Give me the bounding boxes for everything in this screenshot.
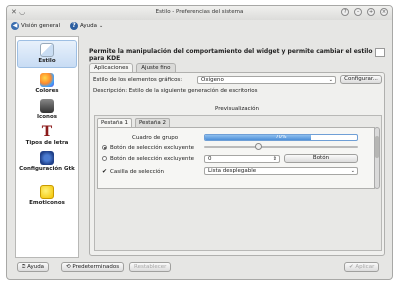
widget-style-select[interactable]: Oxígeno ⌄ bbox=[197, 76, 336, 84]
style-icon bbox=[40, 43, 54, 57]
colors-icon bbox=[40, 73, 54, 87]
page-title: Permite la manipulación del comportamien… bbox=[89, 48, 373, 62]
reset-button[interactable]: Restablecer bbox=[129, 262, 172, 272]
sidebar-item-iconos[interactable]: Iconos bbox=[16, 97, 78, 125]
preview-slider[interactable] bbox=[204, 143, 358, 150]
checkbox-label: Casilla de selección bbox=[110, 169, 164, 175]
checkmark-icon: ✔ bbox=[102, 168, 108, 175]
widget-style-label: Estilo de los elementos gráficos: bbox=[93, 77, 183, 83]
tab-ajuste-fino[interactable]: Ajuste fino bbox=[136, 63, 176, 72]
radio-button-2[interactable]: Botón de selección excluyente bbox=[102, 156, 194, 162]
help-icon[interactable]: ? bbox=[341, 8, 350, 16]
checkmark-icon: ✔ bbox=[349, 264, 354, 270]
help-menu-button[interactable]: ? Ayuda ⌄ bbox=[70, 22, 103, 30]
spin-box-value: 0 bbox=[208, 156, 212, 162]
spin-arrows-icon: ⇕ bbox=[272, 156, 277, 162]
tab-pestana-1[interactable]: Pestaña 1 bbox=[97, 118, 133, 127]
slider-handle[interactable] bbox=[254, 143, 262, 150]
widget-style-value: Oxígeno bbox=[201, 77, 224, 83]
sidebar-item-tipos-de-letra[interactable]: T Tipos de letra bbox=[16, 123, 78, 151]
help-icon: ⍰ bbox=[22, 264, 26, 270]
maximize-icon[interactable]: + bbox=[367, 8, 376, 16]
apply-button[interactable]: ✔ Aplicar bbox=[344, 262, 380, 272]
configure-button[interactable]: Configurar... bbox=[340, 75, 382, 84]
overview-label: Visión general bbox=[21, 23, 61, 29]
sidebar-item-colores[interactable]: Colores bbox=[16, 71, 78, 99]
chevron-down-icon: ⌄ bbox=[99, 23, 104, 29]
chevron-down-icon: ⌄ bbox=[328, 77, 333, 83]
radio-icon bbox=[102, 156, 107, 161]
defaults-button[interactable]: ⟲ Predeterminados bbox=[61, 262, 125, 272]
dropdown-list-label: Lista desplegable bbox=[208, 168, 257, 174]
dropdown-list[interactable]: Lista desplegable ⌄ bbox=[204, 167, 358, 175]
sidebar-item-label: Iconos bbox=[36, 114, 58, 120]
fonts-icon: T bbox=[41, 124, 53, 140]
style-panel: Permite la manipulación del comportamien… bbox=[85, 36, 389, 258]
style-description: Descripción: Estilo de la siguiente gene… bbox=[93, 88, 258, 94]
chevron-down-icon: ⌄ bbox=[350, 168, 355, 174]
sidebar-item-label: Estilo bbox=[38, 58, 56, 64]
category-sidebar: Estilo Colores Iconos T Tipos de letra C… bbox=[15, 36, 79, 258]
defaults-icon: ⟲ bbox=[66, 264, 71, 270]
preview-title: Previsualización bbox=[215, 106, 259, 112]
sidebar-item-label: Colores bbox=[35, 88, 59, 94]
sidebar-item-label: Tipos de letra bbox=[25, 140, 69, 146]
preview-progress-bar: 70% bbox=[204, 134, 358, 141]
toolbar: ◀ Visión general ? Ayuda ⌄ bbox=[11, 22, 111, 34]
radio-button-2-label: Botón de selección excluyente bbox=[110, 156, 195, 162]
tab-pestana-2[interactable]: Pestaña 2 bbox=[134, 118, 170, 127]
sidebar-item-label: Configuración Gtk bbox=[19, 166, 75, 172]
tab-page-aplicaciones: Estilo de los elementos gráficos: Oxígen… bbox=[89, 72, 385, 256]
sidebar-item-emoticonos[interactable]: Emoticonos bbox=[16, 183, 78, 211]
titlebar: ✕ ◡ Estilo - Preferencias del sistema ? … bbox=[7, 6, 392, 20]
sidebar-item-configuracion-gtk[interactable]: Configuración Gtk bbox=[16, 149, 78, 185]
help-button[interactable]: ⍰ Ayuda bbox=[17, 262, 50, 272]
minimize-icon[interactable]: – bbox=[354, 8, 363, 16]
defaults-button-label: Predeterminados bbox=[72, 264, 120, 270]
window-title: Estilo - Preferencias del sistema bbox=[155, 9, 244, 15]
tab-aplicaciones[interactable]: Aplicaciones bbox=[89, 63, 134, 72]
group-box-label: Cuadro de grupo bbox=[132, 135, 179, 141]
document-icon bbox=[375, 48, 385, 57]
sidebar-item-label: Emoticonos bbox=[29, 200, 65, 206]
help-button-label: Ayuda bbox=[27, 264, 45, 270]
footer-buttons: ⍰ Ayuda ⟲ Predeterminados Restablecer ✔ … bbox=[11, 261, 390, 275]
help-icon: ? bbox=[70, 22, 78, 30]
spin-box[interactable]: 0 ⇕ bbox=[204, 155, 280, 163]
emoticons-icon bbox=[40, 185, 54, 199]
checkbox[interactable]: ✔ Casilla de selección bbox=[102, 168, 164, 175]
icons-icon bbox=[40, 99, 54, 113]
reset-button-label: Restablecer bbox=[134, 264, 167, 270]
radio-icon bbox=[102, 145, 107, 150]
close-icon[interactable]: × bbox=[380, 8, 388, 16]
gtk-icon bbox=[40, 151, 54, 165]
preview-area: Pestaña 1 Pestaña 2 Cuadro de grupo 70% … bbox=[94, 115, 382, 251]
preview-scrollbar[interactable] bbox=[374, 127, 380, 189]
help-menu-label: Ayuda bbox=[80, 23, 97, 29]
preview-button[interactable]: Botón bbox=[284, 154, 358, 163]
radio-button-1[interactable]: Botón de selección excluyente bbox=[102, 145, 194, 151]
apply-button-label: Aplicar bbox=[355, 264, 375, 270]
preview-tab-page: Cuadro de grupo 70% Botón de selección e… bbox=[97, 127, 375, 189]
scrollbar-thumb[interactable] bbox=[375, 136, 379, 158]
preview-tabs: Pestaña 1 Pestaña 2 bbox=[97, 118, 171, 127]
sidebar-item-estilo[interactable]: Estilo bbox=[17, 40, 77, 68]
main-tabs: Aplicaciones Ajuste fino bbox=[89, 63, 177, 72]
radio-button-1-label: Botón de selección excluyente bbox=[110, 145, 195, 151]
window-controls: ? – + × bbox=[338, 8, 388, 16]
progress-text: 70% bbox=[275, 134, 287, 140]
arrow-left-icon: ◀ bbox=[11, 22, 19, 30]
overview-button[interactable]: ◀ Visión general bbox=[11, 22, 60, 30]
settings-window: ✕ ◡ Estilo - Preferencias del sistema ? … bbox=[6, 5, 393, 280]
